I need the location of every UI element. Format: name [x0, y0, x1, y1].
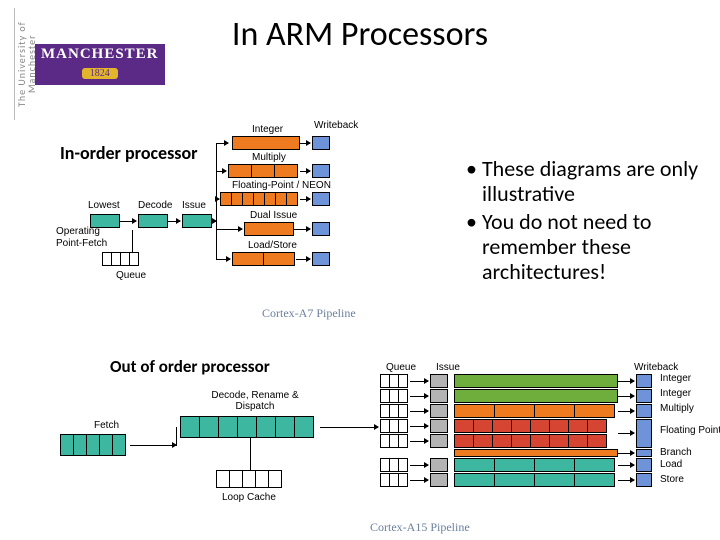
bullet-list: These diagrams are only illustrative You… [426, 156, 720, 286]
a7-queue-slots [102, 252, 138, 266]
a7-box-dual [244, 222, 294, 236]
arrow-icon [618, 396, 634, 397]
arrow-icon [216, 171, 226, 172]
a15-wb7 [636, 473, 652, 487]
a7-wb-ls [312, 252, 330, 266]
a7-box-integer [232, 136, 300, 150]
arrow-icon [216, 143, 228, 144]
arrow-icon [410, 441, 428, 442]
diagram-a15: Queue Issue Writeback Fetch Decode, Rena… [60, 376, 680, 516]
a7-wb-fp [312, 192, 330, 206]
a15-row-drd [180, 416, 313, 438]
arrow-icon [300, 199, 310, 200]
a15-exe-int2 [454, 389, 618, 403]
caption-a7: Cortex-A7 Pipeline [262, 306, 356, 321]
line-icon [250, 438, 251, 470]
a15-drd: Decode, Rename & Dispatch [200, 390, 310, 412]
arrow-icon [618, 465, 634, 466]
caption-a15: Cortex-A15 Pipeline [370, 520, 470, 535]
a15-stage-issue: Issue [436, 362, 460, 373]
a7-unit-integer: Integer [252, 124, 283, 135]
arrow-icon [300, 143, 310, 144]
arrow-icon [410, 381, 428, 382]
a7-stage-lowest: Lowest [88, 200, 120, 211]
a7-unit-multiply: Multiply [252, 152, 286, 163]
a15-wb6 [636, 458, 652, 472]
a7-wb-multiply [312, 164, 330, 178]
a15-unit-int1: Integer [660, 373, 691, 384]
arrow-icon [216, 199, 219, 200]
arrow-icon [120, 221, 136, 222]
a7-unit-dual: Dual Issue [248, 210, 299, 221]
arrow-icon [410, 411, 428, 412]
a15-exe-branch [454, 449, 618, 457]
a7-stage-issue: Issue [182, 200, 206, 211]
a7-row-multiply [228, 164, 297, 178]
a15-exe-int1 [454, 374, 618, 388]
a15-loop: Loop Cache [222, 492, 276, 503]
a15-stage-queue: Queue [386, 362, 416, 373]
arrow-icon [300, 171, 310, 172]
a7-wb-dual [312, 222, 330, 236]
a15-unit-fp: Floating Point / NEON [660, 425, 720, 436]
arrow-icon [618, 411, 634, 412]
a15-loop-slots [216, 470, 281, 488]
a15-row-fetch [60, 434, 125, 456]
a15-fetch: Fetch [94, 420, 119, 431]
arrow-icon [294, 229, 310, 230]
arrow-icon [410, 426, 428, 427]
a7-box-issue [182, 214, 212, 228]
line-icon [212, 221, 216, 222]
a15-exe-load [454, 458, 614, 472]
slide-title: In ARM Processors [0, 14, 720, 55]
arrow-icon [618, 453, 634, 454]
arrow-icon [410, 480, 428, 481]
a15-unit-load: Load [660, 459, 682, 470]
arrow-icon [410, 465, 428, 466]
arrow-icon [130, 445, 176, 446]
a15-wb5 [636, 449, 652, 457]
diagram-a7: Writeback Lowest Decode Issue Operating … [62, 126, 412, 301]
a7-stage-writeback: Writeback [314, 120, 358, 131]
a15-wb4 [636, 419, 652, 448]
arrow-icon [296, 259, 310, 260]
a7-box-decode [138, 214, 168, 228]
label-out-of-order: Out of order processor [110, 356, 270, 377]
a15-exe-fp1 [454, 419, 606, 433]
a7-box-lowest [90, 214, 120, 228]
a7-row-fp [220, 192, 297, 206]
a15-unit-mul: Multiply [660, 403, 694, 414]
a15-exe-store [454, 473, 614, 487]
a15-stage-writeback: Writeback [634, 362, 678, 373]
arrow-icon [618, 480, 634, 481]
bullet-1: These diagrams are only illustrative [466, 156, 720, 207]
line-icon [176, 427, 177, 446]
a7-unit-ls: Load/Store [246, 240, 299, 251]
arrow-icon [410, 396, 428, 397]
a15-wb1 [636, 374, 652, 388]
a15-wb3 [636, 404, 652, 418]
a7-stage-decode: Decode [138, 200, 172, 211]
a7-queue: Queue [116, 270, 146, 281]
arrow-icon [216, 229, 242, 230]
bullet-2: You do not need to remember these archit… [466, 209, 720, 285]
arrow-icon [320, 427, 378, 428]
a15-unit-store: Store [660, 474, 684, 485]
a7-wb-integer [312, 136, 330, 150]
a7-unit-fp: Floating-Point / NEON [232, 180, 331, 191]
a15-unit-int2: Integer [660, 388, 691, 399]
a15-unit-branch: Branch [660, 447, 692, 458]
a15-exe-mul [454, 404, 614, 418]
arrow-icon [618, 433, 634, 434]
a15-exe-fp2 [454, 434, 606, 448]
a7-row-ls [232, 252, 294, 266]
arrow-icon [168, 221, 180, 222]
arrow-icon [618, 381, 634, 382]
logo-year: 1824 [82, 68, 118, 79]
a7-pointfetch: Point-Fetch [56, 238, 126, 249]
arrow-icon [216, 259, 230, 260]
a15-wb2 [636, 389, 652, 403]
line-icon [132, 230, 133, 252]
